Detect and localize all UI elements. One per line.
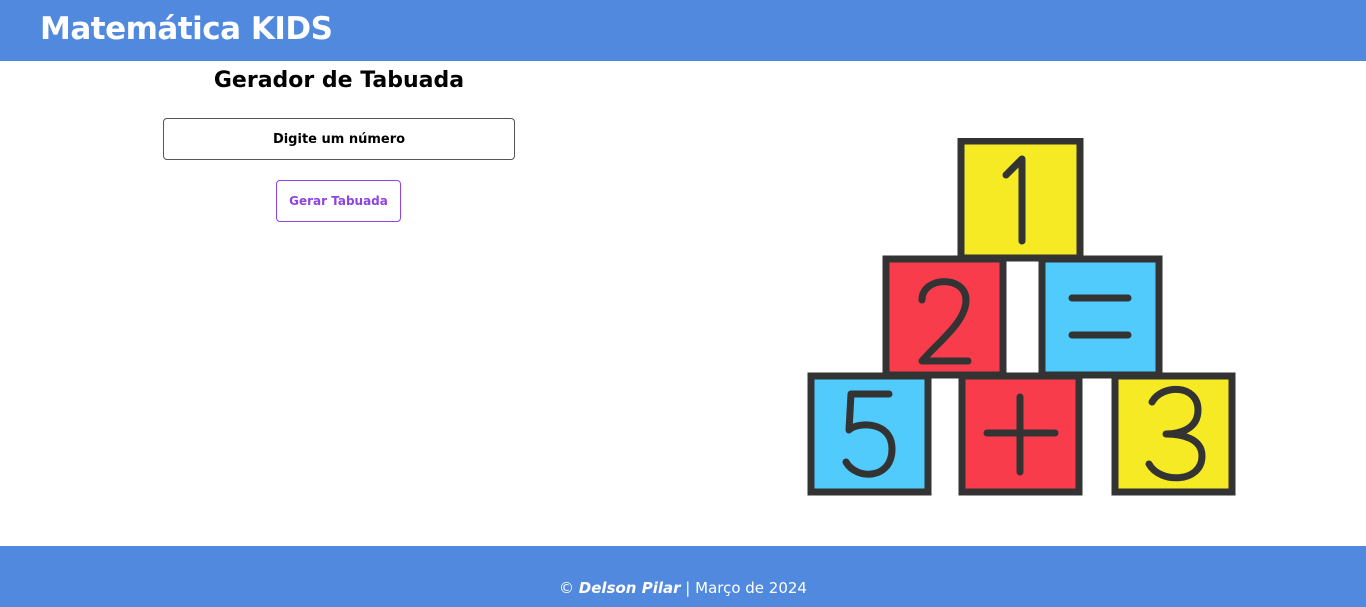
site-header: Matemática KIDS: [0, 0, 1366, 61]
block-two: [882, 255, 1007, 379]
block-five: [807, 372, 932, 496]
copyright-symbol: ©: [559, 579, 575, 597]
number-input[interactable]: [163, 118, 515, 160]
block-one: [957, 138, 1084, 262]
footer-separator: |: [685, 579, 691, 597]
footer-credits: © Delson Pilar | Março de 2024: [0, 578, 1366, 598]
block-equals: [1038, 255, 1163, 379]
site-brand[interactable]: Matemática KIDS: [40, 10, 333, 48]
author-name: Delson Pilar: [578, 579, 681, 597]
page-title: Gerador de Tabuada: [213, 68, 465, 93]
generate-table-button[interactable]: Gerar Tabuada: [276, 180, 401, 222]
footer-date: Março de 2024: [695, 579, 807, 597]
site-footer: © Delson Pilar | Março de 2024: [0, 546, 1366, 607]
block-plus: [958, 372, 1083, 496]
math-blocks-illustration: [807, 138, 1236, 496]
block-three: [1111, 372, 1236, 496]
